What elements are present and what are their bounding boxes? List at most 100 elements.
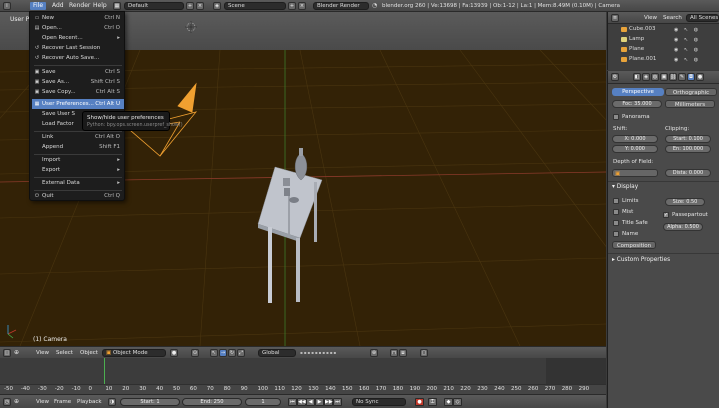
scene-icon[interactable]: ◈ (213, 2, 221, 10)
composition-guides-select[interactable]: Composition (612, 241, 656, 249)
jump-end-icon[interactable]: ⏭ (333, 398, 342, 406)
menu-item-quit[interactable]: ⏻ Quit Ctrl Q (32, 191, 124, 201)
visibility-icons[interactable]: ◉ ↖ ◍ (674, 56, 718, 63)
prev-keyframe-icon[interactable]: ◀◀ (297, 398, 306, 406)
snap-element-icon[interactable]: ⧈ (399, 349, 407, 357)
lens-unit-select[interactable]: Millimeters (665, 100, 715, 108)
snap-icon[interactable]: ⊓ (390, 349, 398, 357)
menu-item-new[interactable]: ▭ New Ctrl N (32, 13, 124, 23)
display-section-header[interactable]: ▾ Display (612, 184, 638, 190)
visibility-icons[interactable]: ◉ ↖ ◍ (674, 26, 718, 33)
timeline-playback-menu[interactable]: Playback (77, 398, 102, 406)
display-size-field[interactable]: Size: 0.50 (665, 198, 705, 206)
menu-item-external-data[interactable]: External Data ▸ (32, 178, 124, 188)
custom-properties-header[interactable]: ▸ Custom Properties (612, 257, 670, 263)
name-checkbox[interactable] (613, 231, 619, 237)
clip-end-field[interactable]: En: 100.000 (665, 145, 711, 153)
end-frame-field[interactable]: End: 250 (182, 398, 242, 406)
mist-checkbox[interactable] (613, 209, 619, 215)
transform-orientation-select[interactable]: Global (258, 349, 296, 357)
shift-x-field[interactable]: X: 0.000 (612, 135, 658, 143)
add-screen-icon[interactable]: + (186, 2, 194, 10)
current-frame-field[interactable]: 1 (245, 398, 281, 406)
outliner-row-cube003[interactable]: Cube.003 ◉ ↖ ◍ (608, 25, 719, 34)
timeline-view-menu[interactable]: View (36, 398, 49, 406)
viewport-select-menu[interactable]: Select (56, 349, 73, 357)
screen-layout-icon[interactable]: ▦ (113, 2, 121, 10)
dof-object-field[interactable]: ▣ (612, 169, 658, 177)
scale-icon[interactable]: ⤢ (237, 349, 245, 357)
perspective-button[interactable]: Perspective (612, 88, 664, 96)
screen-layout-field[interactable]: Default (124, 2, 184, 10)
focal-length-field[interactable]: Foc: 35.000 (612, 100, 662, 108)
world-tab-icon[interactable]: ◍ (651, 73, 659, 81)
outliner-row-plane[interactable]: Plane ◉ ↖ ◍ (608, 45, 719, 54)
collapse-menu-icon[interactable]: ⊕ (14, 349, 19, 356)
viewport-view-menu[interactable]: View (36, 349, 49, 357)
menu-item-open[interactable]: ▤ Open... Ctrl O (32, 23, 124, 33)
visibility-icons[interactable]: ◉ ↖ ◍ (674, 46, 718, 53)
preview-range-icon[interactable]: ◑ (108, 398, 116, 406)
menu-item-open-recent[interactable]: Open Recent... ▸ (32, 33, 124, 43)
layers-grid[interactable]: ▪▪▪▪▪▪▪▪▪▪ (300, 350, 360, 356)
shading-solid-icon[interactable]: ● (170, 349, 178, 357)
remove-screen-icon[interactable]: × (196, 2, 204, 10)
orthographic-button[interactable]: Orthographic (665, 88, 717, 96)
menu-item-export[interactable]: Export ▸ (32, 165, 124, 175)
constraints-tab-icon[interactable]: ⛓ (669, 73, 677, 81)
timeline-editor-icon[interactable]: ◷ (3, 398, 11, 406)
start-frame-field[interactable]: Start: 1 (120, 398, 180, 406)
outliner-search-menu[interactable]: Search (663, 15, 682, 21)
timeline-area[interactable]: -50 -40 -30 -20 -10 0 10 20 30 40 50 60 70 80 90 100 110… (0, 358, 606, 394)
translate-icon[interactable]: → (219, 349, 227, 357)
clip-start-field[interactable]: Start: 0.100 (665, 135, 711, 143)
menu-item-save-copy[interactable]: ▣ Save Copy... Ctrl Alt S (32, 87, 124, 97)
panorama-checkbox[interactable] (613, 114, 619, 120)
menu-help[interactable]: Help (90, 2, 110, 10)
scene-field[interactable]: Scene (224, 2, 286, 10)
remove-scene-icon[interactable]: × (298, 2, 306, 10)
keying-set-icon[interactable]: ⚿ (428, 398, 437, 406)
outliner-row-lamp[interactable]: Lamp ◉ ↖ ◍ (608, 35, 719, 44)
delete-keyframe-icon[interactable]: ◇ (453, 398, 462, 406)
play-icon[interactable]: ▶ (315, 398, 324, 406)
menu-item-append[interactable]: Append Shift F1 (32, 142, 124, 152)
record-icon[interactable]: ● (415, 398, 424, 406)
outliner-row-plane001[interactable]: Plane.001 ◉ ↖ ◍ (608, 55, 719, 64)
visibility-icons[interactable]: ◉ ↖ ◍ (674, 36, 718, 43)
play-reverse-icon[interactable]: ◀ (306, 398, 315, 406)
dof-distance-field[interactable]: Dista: 0.000 (665, 169, 711, 177)
next-keyframe-icon[interactable]: ▶▶ (324, 398, 333, 406)
render-preview-icon[interactable]: ▢ (420, 349, 428, 357)
add-scene-icon[interactable]: + (288, 2, 296, 10)
sync-mode-select[interactable]: No Sync (352, 398, 406, 406)
jump-start-icon[interactable]: ⏮ (288, 398, 297, 406)
viewport-editor-icon[interactable]: ◫ (3, 349, 11, 357)
pivot-icon[interactable]: ⊙ (191, 349, 199, 357)
timeline-frame-menu[interactable]: Frame (54, 398, 71, 406)
menu-add[interactable]: Add (49, 2, 67, 10)
rotate-icon[interactable]: ↻ (228, 349, 236, 357)
menu-item-save[interactable]: ▣ Save Ctrl S (32, 67, 124, 77)
manipulator-icon[interactable]: ↖ (210, 349, 218, 357)
camera-data-tab-icon[interactable]: ◘ (687, 73, 695, 81)
outliner-editor-icon[interactable]: ≡ (611, 14, 619, 22)
modifiers-tab-icon[interactable]: ✎ (678, 73, 686, 81)
viewport-object-menu[interactable]: Object (80, 349, 98, 357)
menu-item-save-as[interactable]: ▣ Save As... Shift Ctrl S (32, 77, 124, 87)
menu-file[interactable]: File (30, 2, 47, 10)
menu-item-recover-auto[interactable]: ↺ Recover Auto Save... (32, 53, 124, 63)
object-mode-select[interactable]: ▣ Object Mode (102, 349, 166, 357)
passepartout-checkbox[interactable]: ✓ (663, 212, 669, 218)
title-safe-checkbox[interactable] (613, 220, 619, 226)
render-tab-icon[interactable]: ◧ (633, 73, 641, 81)
menu-item-user-preferences[interactable]: ▦ User Preferences... Ctrl Alt U (32, 99, 124, 109)
outliner-view-menu[interactable]: View (644, 15, 657, 21)
collapse-menu-icon[interactable]: ⊕ (14, 398, 19, 405)
shift-y-field[interactable]: Y: 0.000 (612, 145, 658, 153)
insert-keyframe-icon[interactable]: ◆ (444, 398, 453, 406)
outliner-filter-select[interactable]: All Scenes (686, 14, 719, 22)
physics-tab-icon[interactable]: ● (696, 73, 704, 81)
menu-item-import[interactable]: Import ▸ (32, 155, 124, 165)
properties-editor-icon[interactable]: ⚙ (611, 73, 619, 81)
